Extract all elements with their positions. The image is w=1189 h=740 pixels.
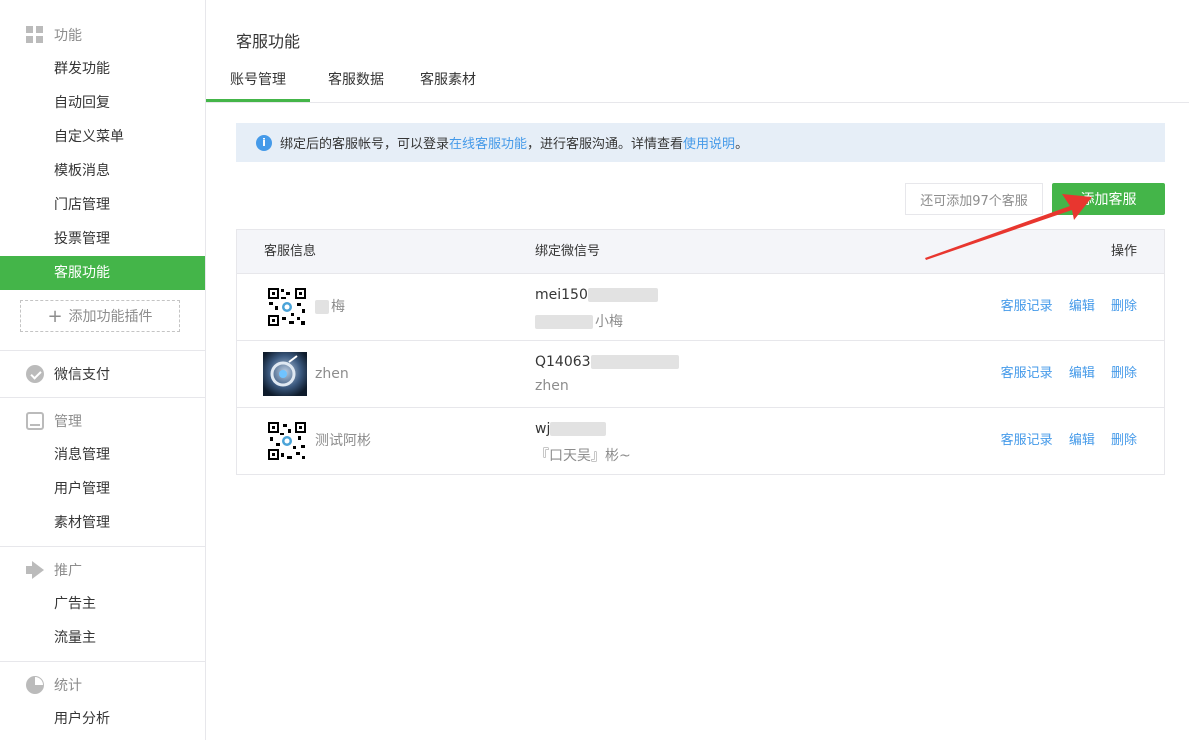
section-title: 统计 [54,678,82,694]
divider [0,546,205,547]
notice-text: ，进行客服沟通。详情查看 [527,137,684,152]
chat-icon [26,365,44,383]
sidebar-item-user-mgmt[interactable]: 用户管理 [0,472,205,506]
tab-service-data[interactable]: 客服数据 [310,60,402,102]
sidebar-item-vote-mgmt[interactable]: 投票管理 [0,222,205,256]
sidebar-item-auto-reply[interactable]: 自动回复 [0,86,205,120]
row-actions: 客服记录 编辑 删除 [989,341,1137,407]
wechat-nickname: 『口天吴』彬~ [535,448,631,464]
megaphone-icon [26,561,44,579]
info-icon: i [256,134,272,151]
usage-guide-link[interactable]: 使用说明 [683,133,735,152]
add-plugin-label: 添加功能插件 [68,309,153,325]
sidebar-section-promotion[interactable]: 推广 [26,560,82,580]
service-nickname: 梅 [315,274,345,340]
section-title: 功能 [54,28,82,44]
tab-service-material[interactable]: 客服素材 [402,60,494,102]
section-title: 管理 [54,414,82,430]
edit-link[interactable]: 编辑 [1069,299,1095,314]
delete-link[interactable]: 删除 [1111,366,1137,381]
sidebar: 功能 群发功能 自动回复 自定义菜单 模板消息 门店管理 投票管理 客服功能 +… [0,0,206,740]
add-plugin-button[interactable]: + 添加功能插件 [20,300,180,332]
sidebar-section-manage[interactable]: 管理 [26,411,82,431]
tab-account-mgmt[interactable]: 账号管理 [206,60,310,102]
edit-link[interactable]: 编辑 [1069,433,1095,448]
remaining-quota: 还可添加97个客服 [905,183,1043,215]
divider [0,397,205,398]
header-info: 客服信息 [264,244,317,259]
tray-icon [26,412,44,430]
info-notice: i 绑定后的客服帐号，可以登录 在线客服功能 ，进行客服沟通。详情查看 使用说明… [236,123,1165,162]
sidebar-item-customer-service[interactable]: 客服功能 [0,256,205,290]
service-record-link[interactable]: 客服记录 [1001,366,1053,381]
tab-bar: 账号管理 客服数据 客服素材 [206,60,1189,103]
sidebar-item-material-mgmt[interactable]: 素材管理 [0,506,205,540]
wechat-id: Q14063 [535,354,679,370]
header-ops: 操作 [1110,244,1137,259]
wechat-nickname: zhen [535,378,569,394]
row-actions: 客服记录 编辑 删除 [989,274,1137,340]
service-record-link[interactable]: 客服记录 [1001,433,1053,448]
header-wechat: 绑定微信号 [535,244,601,259]
sidebar-section-wechat-pay[interactable]: 微信支付 [26,364,110,384]
qr-code-avatar [267,421,307,461]
online-service-link[interactable]: 在线客服功能 [449,133,527,152]
add-service-button[interactable]: 添加客服 [1052,183,1165,215]
sidebar-item-user-analysis[interactable]: 用户分析 [0,702,205,736]
service-nickname: zhen [315,366,349,382]
sidebar-section-stats[interactable]: 统计 [26,675,82,695]
service-nickname: 测试阿彬 [315,433,371,449]
sidebar-item-publisher[interactable]: 流量主 [0,621,205,655]
page-title: 客服功能 [236,32,301,51]
delete-link[interactable]: 删除 [1111,299,1137,314]
sidebar-item-custom-menu[interactable]: 自定义菜单 [0,120,205,154]
photo-avatar [263,352,307,396]
notice-text: 绑定后的客服帐号，可以登录 [280,137,450,152]
table-header: 客服信息 绑定微信号 操作 [237,230,1164,274]
section-title: 推广 [54,563,82,579]
notice-text: 。 [735,137,749,152]
add-service-label: 添加客服 [1080,192,1137,208]
table-row: zhen Q14063 zhen 客服记录 编辑 删除 [237,341,1164,408]
section-title: 微信支付 [54,367,110,383]
service-table: 客服信息 绑定微信号 操作 梅 mei150 小梅 客服记录 编辑 删除 zhe… [236,229,1165,475]
sidebar-item-template-msg[interactable]: 模板消息 [0,154,205,188]
pie-chart-icon [26,676,44,694]
sidebar-item-advertiser[interactable]: 广告主 [0,587,205,621]
sidebar-section-features[interactable]: 功能 [26,25,82,45]
delete-link[interactable]: 删除 [1111,433,1137,448]
row-actions: 客服记录 编辑 删除 [989,408,1137,474]
divider [0,350,205,351]
service-record-link[interactable]: 客服记录 [1001,299,1053,314]
sidebar-item-store-mgmt[interactable]: 门店管理 [0,188,205,222]
plus-icon: + [47,305,63,327]
sidebar-item-mass-send[interactable]: 群发功能 [0,52,205,86]
sidebar-item-message-mgmt[interactable]: 消息管理 [0,438,205,472]
wechat-id: mei150 [535,287,658,303]
wechat-nickname: 小梅 [535,311,623,331]
edit-link[interactable]: 编辑 [1069,366,1095,381]
table-row: 测试阿彬 wj 『口天吴』彬~ 客服记录 编辑 删除 [237,408,1164,474]
divider [0,661,205,662]
table-row: 梅 mei150 小梅 客服记录 编辑 删除 [237,274,1164,341]
grid-icon [26,26,44,44]
qr-code-avatar [267,287,307,327]
wechat-id: wj [535,421,607,437]
